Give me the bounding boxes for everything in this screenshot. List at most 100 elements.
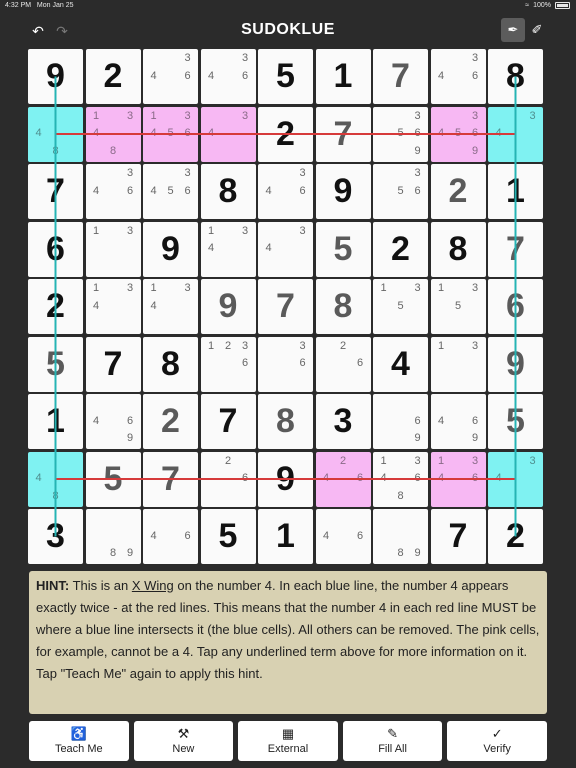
sudoku-cell-r7c7[interactable]: 69 bbox=[373, 394, 428, 449]
new-button[interactable]: ⚒ New bbox=[133, 721, 234, 761]
candidate-5 bbox=[105, 240, 122, 258]
sudoku-cell-r7c9[interactable]: 5 bbox=[488, 394, 543, 449]
candidate-7 bbox=[318, 373, 335, 391]
sudoku-cell-r7c1[interactable]: 1 bbox=[28, 394, 83, 449]
sudoku-cell-r2c9[interactable]: 34 bbox=[488, 106, 543, 162]
sudoku-cell-r4c9[interactable]: 7 bbox=[488, 221, 543, 277]
candidate-3: 3 bbox=[471, 52, 479, 64]
sudoku-cell-r9c8[interactable]: 7 bbox=[430, 509, 486, 564]
sudoku-cell-r3c3[interactable]: 3 456 bbox=[143, 164, 198, 219]
sudoku-cell-r6c2[interactable]: 7 bbox=[85, 336, 141, 392]
sudoku-cell-r6c9[interactable]: 9 bbox=[488, 336, 543, 392]
sudoku-cell-r5c8[interactable]: 1 35 bbox=[430, 279, 486, 334]
sudoku-cell-r6c8[interactable]: 13 bbox=[430, 336, 486, 392]
sudoku-cell-r5c4[interactable]: 9 bbox=[200, 279, 256, 334]
sudoku-cell-r3c1[interactable]: 7 bbox=[28, 164, 83, 219]
sudoku-cell-r7c8[interactable]: 4 6 9 bbox=[430, 394, 486, 449]
sudoku-cell-r6c6[interactable]: 26 bbox=[315, 336, 371, 392]
sudoku-cell-r8c6[interactable]: 24 6 bbox=[315, 451, 371, 507]
sudoku-cell-r8c3[interactable]: 7 bbox=[143, 451, 198, 507]
sudoku-cell-r2c5[interactable]: 2 bbox=[258, 106, 313, 162]
sudoku-cell-r8c1[interactable]: 48 bbox=[28, 451, 83, 507]
sudoku-cell-r3c7[interactable]: 356 bbox=[373, 164, 428, 219]
sudoku-cell-r1c7[interactable]: 7 bbox=[373, 49, 428, 104]
sudoku-cell-r7c6[interactable]: 3 bbox=[315, 394, 371, 449]
sudoku-cell-r4c3[interactable]: 9 bbox=[143, 221, 198, 277]
pen-mode-button[interactable]: ✐ bbox=[525, 18, 549, 42]
sudoku-cell-r3c9[interactable]: 1 bbox=[488, 164, 543, 219]
sudoku-cell-r5c6[interactable]: 8 bbox=[315, 279, 371, 334]
sudoku-cell-r1c8[interactable]: 3 4 6 bbox=[430, 49, 486, 104]
sudoku-cell-r2c1[interactable]: 48 bbox=[28, 106, 83, 162]
verify-button[interactable]: ✓ Verify bbox=[447, 721, 547, 761]
sudoku-cell-r5c2[interactable]: 1 3 4 bbox=[85, 279, 141, 334]
teach-me-button[interactable]: ♿ Teach Me bbox=[29, 721, 129, 761]
sudoku-cell-r9c2[interactable]: 89 bbox=[85, 509, 141, 564]
sudoku-cell-r8c9[interactable]: 34 bbox=[488, 451, 543, 507]
candidate-grid: 4 6 9 bbox=[88, 395, 139, 448]
sudoku-cell-r6c7[interactable]: 4 bbox=[373, 336, 428, 392]
sudoku-cell-r6c4[interactable]: 123 6 bbox=[200, 336, 256, 392]
sudoku-cell-r8c2[interactable]: 5 bbox=[85, 451, 141, 507]
sudoku-cell-r1c3[interactable]: 3 4 6 bbox=[143, 49, 198, 104]
sudoku-cell-r5c3[interactable]: 1 3 4 bbox=[143, 279, 198, 334]
sudoku-cell-r9c3[interactable]: 46 bbox=[143, 509, 198, 564]
sudoku-cell-r1c6[interactable]: 1 bbox=[315, 49, 371, 104]
sudoku-cell-r1c4[interactable]: 3 4 6 bbox=[200, 49, 256, 104]
sudoku-cell-r1c2[interactable]: 2 bbox=[85, 49, 141, 104]
candidate-1 bbox=[375, 510, 392, 528]
pencil-mode-button[interactable]: ✒ bbox=[501, 18, 525, 42]
sudoku-cell-r4c1[interactable]: 6 bbox=[28, 221, 83, 277]
sudoku-cell-r2c6[interactable]: 7 bbox=[315, 106, 371, 162]
candidate-9 bbox=[122, 200, 139, 218]
sudoku-cell-r1c1[interactable]: 9 bbox=[28, 49, 83, 104]
sudoku-cell-r8c7[interactable]: 1 3 4 68 bbox=[373, 451, 428, 507]
sudoku-cell-r2c2[interactable]: 1 3 48 bbox=[85, 106, 141, 162]
sudoku-cell-r6c5[interactable]: 36 bbox=[258, 336, 313, 392]
sudoku-cell-r5c1[interactable]: 2 bbox=[28, 279, 83, 334]
sudoku-cell-r4c2[interactable]: 13 bbox=[85, 221, 141, 277]
sudoku-cell-r3c4[interactable]: 8 bbox=[200, 164, 256, 219]
sudoku-cell-r4c6[interactable]: 5 bbox=[315, 221, 371, 277]
sudoku-cell-r5c7[interactable]: 1 35 bbox=[373, 279, 428, 334]
candidate-5 bbox=[335, 470, 352, 488]
sudoku-cell-r9c1[interactable]: 3 bbox=[28, 509, 83, 564]
sudoku-cell-r9c9[interactable]: 2 bbox=[488, 509, 543, 564]
sudoku-cell-r9c6[interactable]: 46 bbox=[315, 509, 371, 564]
sudoku-cell-r7c4[interactable]: 7 bbox=[200, 394, 256, 449]
sudoku-cell-r9c5[interactable]: 1 bbox=[258, 509, 313, 564]
hint-panel: HINT: This is an X Wing on the number 4.… bbox=[29, 571, 547, 714]
sudoku-cell-r3c5[interactable]: 3 4 6 bbox=[258, 164, 313, 219]
candidate-9 bbox=[237, 488, 254, 506]
sudoku-cell-r6c3[interactable]: 8 bbox=[143, 336, 198, 392]
sudoku-cell-r8c5[interactable]: 9 bbox=[258, 451, 313, 507]
sudoku-cell-r9c7[interactable]: 89 bbox=[373, 509, 428, 564]
sudoku-cell-r4c5[interactable]: 34 bbox=[258, 221, 313, 277]
sudoku-cell-r2c3[interactable]: 1 3 456 bbox=[143, 106, 198, 162]
sudoku-cell-r4c7[interactable]: 2 bbox=[373, 221, 428, 277]
sudoku-cell-r8c8[interactable]: 1 3 4 6 bbox=[430, 451, 486, 507]
sudoku-cell-r5c5[interactable]: 7 bbox=[258, 279, 313, 334]
sudoku-cell-r2c8[interactable]: 3 456 9 bbox=[430, 106, 486, 162]
sudoku-cell-r7c2[interactable]: 4 6 9 bbox=[85, 394, 141, 449]
sudoku-cell-r3c8[interactable]: 2 bbox=[430, 164, 486, 219]
sudoku-cell-r5c9[interactable]: 6 bbox=[488, 279, 543, 334]
sudoku-cell-r2c4[interactable]: 34 bbox=[200, 106, 256, 162]
sudoku-cell-r3c2[interactable]: 3 4 6 bbox=[85, 164, 141, 219]
candidate-9 bbox=[294, 200, 311, 218]
sudoku-cell-r9c4[interactable]: 5 bbox=[200, 509, 256, 564]
hint-link-x-wing[interactable]: X Wing bbox=[132, 578, 174, 593]
sudoku-cell-r4c8[interactable]: 8 bbox=[430, 221, 486, 277]
sudoku-cell-r1c9[interactable]: 8 bbox=[488, 49, 543, 104]
sudoku-cell-r4c4[interactable]: 1 3 4 bbox=[200, 221, 256, 277]
sudoku-cell-r7c5[interactable]: 8 bbox=[258, 394, 313, 449]
sudoku-cell-r3c6[interactable]: 9 bbox=[315, 164, 371, 219]
candidate-6: 6 bbox=[414, 472, 421, 485]
sudoku-cell-r1c5[interactable]: 5 bbox=[258, 49, 313, 104]
sudoku-cell-r8c4[interactable]: 26 bbox=[200, 451, 256, 507]
external-button[interactable]: ▦ External bbox=[238, 721, 338, 761]
sudoku-cell-r6c1[interactable]: 5 bbox=[28, 336, 83, 392]
sudoku-cell-r7c3[interactable]: 2 bbox=[143, 394, 198, 449]
fill-all-button[interactable]: ✎ Fill All bbox=[342, 721, 443, 761]
sudoku-cell-r2c7[interactable]: 356 9 bbox=[373, 106, 428, 162]
